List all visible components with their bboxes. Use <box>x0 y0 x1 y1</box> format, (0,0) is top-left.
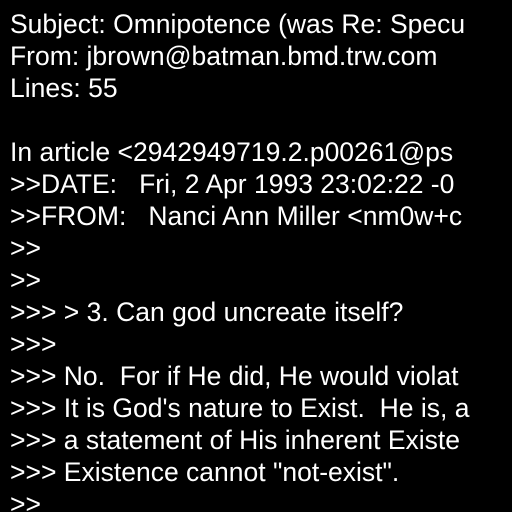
quoted-line: >>> Existence cannot "not-exist". <box>10 457 400 487</box>
header-lines-line: Lines: 55 <box>10 73 118 103</box>
quoted-line: >> <box>10 233 41 263</box>
message-text-area: Subject: Omnipotence (was Re: Specu From… <box>10 8 512 512</box>
header-subject-line: Subject: Omnipotence (was Re: Specu <box>10 9 466 39</box>
quoted-line: >> <box>10 489 41 512</box>
quoted-line: >>> <box>10 329 57 359</box>
quoted-line: >>> No. For if He did, He would violat <box>10 361 459 391</box>
attribution-line: In article <2942949719.2.p00261@ps <box>10 137 454 167</box>
terminal-screen: Subject: Omnipotence (was Re: Specu From… <box>0 0 512 512</box>
quoted-line: >>> a statement of His inherent Existe <box>10 425 461 455</box>
quoted-from-line: >>FROM: Nanci Ann Miller <nm0w+c <box>10 201 463 231</box>
header-from-line: From: jbrown@batman.bmd.trw.com <box>10 41 438 71</box>
quoted-line: >>> > 3. Can god uncreate itself? <box>10 297 404 327</box>
quoted-line: >> <box>10 265 41 295</box>
quoted-line: >>> It is God's nature to Exist. He is, … <box>10 393 470 423</box>
quoted-date-line: >>DATE: Fri, 2 Apr 1993 23:02:22 -0 <box>10 169 455 199</box>
